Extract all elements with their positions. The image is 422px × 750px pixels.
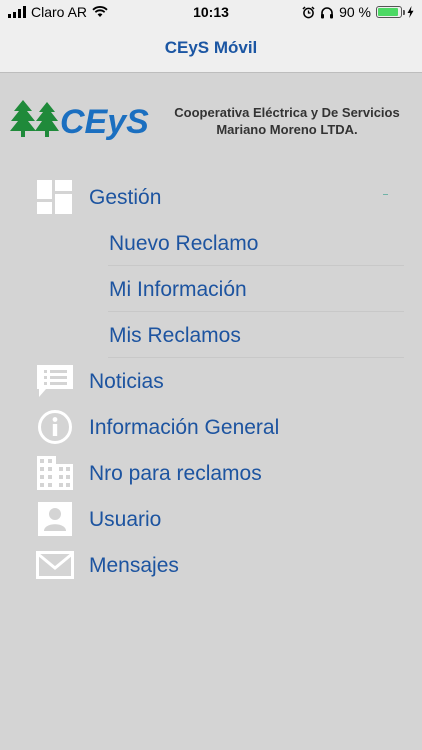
news-chat-icon (37, 365, 73, 397)
status-right: 90 % (302, 4, 414, 20)
menu-label-noticias: Noticias (89, 370, 164, 393)
info-icon (38, 410, 72, 444)
status-bar: Claro AR 10:13 90 % (0, 0, 422, 24)
navigation-bar: CEyS Móvil (0, 24, 422, 73)
menu-label-mi-informacion: Mi Información (109, 278, 247, 301)
building-icon (37, 456, 73, 490)
alarm-icon (302, 5, 315, 18)
menu-label-informacion-general: Información General (89, 416, 280, 439)
ceys-logo-letters: CEyS (60, 103, 149, 140)
main-menu: Gestión Nuevo Reclamo Mi Información Mis… (0, 174, 422, 588)
collapse-indicator-icon[interactable] (383, 194, 388, 195)
battery-fill (378, 8, 398, 16)
logo-line-1: Cooperativa Eléctrica y De Servicios (174, 105, 400, 120)
page-title: CEyS Móvil (164, 38, 258, 57)
menu-item-mensajes[interactable]: Mensajes (0, 542, 422, 588)
menu-label-mensajes: Mensajes (89, 554, 179, 577)
menu-item-mis-reclamos[interactable]: Mis Reclamos (0, 312, 422, 358)
menu-item-usuario[interactable]: Usuario (0, 496, 422, 542)
menu-item-noticias[interactable]: Noticias (0, 358, 422, 404)
charging-icon (407, 6, 414, 18)
pine-trees-logo-icon (10, 100, 59, 137)
mail-icon (36, 551, 74, 579)
menu-label-nuevo-reclamo: Nuevo Reclamo (109, 232, 259, 255)
menu-label-mis-reclamos: Mis Reclamos (109, 324, 241, 347)
menu-label-usuario: Usuario (89, 508, 162, 531)
menu-item-nro-reclamos[interactable]: Nro para reclamos (0, 450, 422, 496)
menu-label-gestion: Gestión (89, 186, 162, 209)
logo-line-2: Mariano Moreno LTDA. (216, 122, 358, 137)
ceys-logo-text: CEyS (60, 103, 149, 140)
menu-item-mi-informacion[interactable]: Mi Información (0, 266, 422, 312)
dashboard-icon (37, 180, 72, 214)
headphones-icon (321, 6, 334, 18)
menu-item-gestion[interactable]: Gestión (0, 174, 422, 220)
battery-percent: 90 % (339, 4, 371, 20)
menu-item-informacion-general[interactable]: Información General (0, 404, 422, 450)
logo-caption: Cooperativa Eléctrica y De Servicios Mar… (162, 104, 412, 138)
cooperative-logo: CEyS Cooperativa Eléctrica y De Servicio… (10, 96, 412, 146)
battery-icon (376, 6, 405, 18)
menu-item-nuevo-reclamo[interactable]: Nuevo Reclamo (0, 220, 422, 266)
menu-label-nro-reclamos: Nro para reclamos (89, 462, 262, 485)
user-icon (38, 502, 72, 536)
